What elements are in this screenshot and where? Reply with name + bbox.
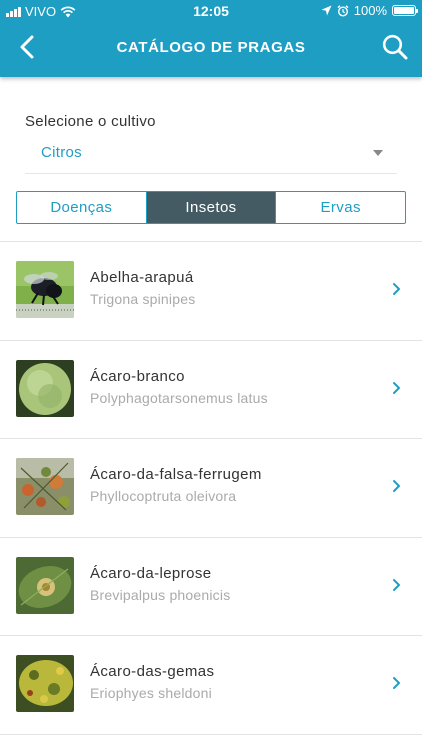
status-bar: VIVO 12:05 100% bbox=[0, 0, 422, 22]
pest-scientific-name: Phyllocoptruta oleivora bbox=[90, 488, 237, 504]
chevron-right-icon bbox=[393, 578, 400, 591]
pest-thumbnail bbox=[16, 556, 74, 614]
pest-thumbnail bbox=[16, 458, 74, 515]
tab-doencas[interactable]: Doenças bbox=[17, 192, 146, 223]
pest-scientific-name: Polyphagotarsonemus latus bbox=[90, 389, 268, 406]
list-item[interactable]: Ácaro-das-gemas Eriophyes sheldoni bbox=[0, 636, 422, 735]
pest-thumbnail bbox=[16, 359, 74, 417]
chevron-right-icon bbox=[393, 381, 400, 394]
battery-percent: 100% bbox=[353, 3, 387, 18]
status-right: 100% bbox=[321, 3, 418, 18]
app-header: VIVO 12:05 100% CATÁLOGO DE PRAGAS bbox=[0, 0, 422, 77]
pest-scientific-name: Eriophyes sheldoni bbox=[90, 685, 212, 701]
pest-name: Ácaro-branco bbox=[90, 367, 185, 385]
chevron-right-icon bbox=[393, 677, 400, 689]
pest-name: Abelha-arapuá bbox=[90, 269, 194, 286]
tab-ervas[interactable]: Ervas bbox=[275, 192, 405, 223]
pest-thumbnail bbox=[16, 655, 74, 712]
nav-bar: CATÁLOGO DE PRAGAS bbox=[0, 22, 422, 77]
crop-select-label: Selecione o cultivo bbox=[25, 113, 156, 130]
caret-down-icon bbox=[373, 150, 383, 156]
list-item[interactable]: Ácaro-branco Polyphagotarsonemus latus bbox=[0, 341, 422, 439]
list-item[interactable]: Abelha-arapuá Trigona spinipes bbox=[0, 242, 422, 341]
page-title: CATÁLOGO DE PRAGAS bbox=[116, 39, 306, 56]
list-item[interactable]: Ácaro-da-leprose Brevipalpus phoenicis bbox=[0, 538, 422, 636]
pest-scientific-name: Trigona spinipes bbox=[90, 291, 196, 307]
pest-name: Ácaro-das-gemas bbox=[90, 663, 215, 680]
pest-name: Ácaro-da-falsa-ferrugem bbox=[90, 466, 262, 483]
pest-thumbnail bbox=[16, 261, 74, 318]
category-tabs: Doenças Insetos Ervas bbox=[16, 191, 406, 224]
alarm-icon bbox=[337, 4, 349, 17]
location-arrow-icon bbox=[321, 5, 332, 16]
tab-insetos[interactable]: Insetos bbox=[145, 192, 276, 223]
pest-name: Ácaro-da-leprose bbox=[90, 564, 212, 582]
search-icon bbox=[382, 34, 408, 60]
list-item[interactable]: Ácaro-da-falsa-ferrugem Phyllocoptruta o… bbox=[0, 439, 422, 538]
crop-select[interactable]: Citros bbox=[25, 138, 397, 174]
crop-select-value: Citros bbox=[41, 144, 82, 161]
chevron-right-icon bbox=[393, 283, 400, 295]
pest-list: Abelha-arapuá Trigona spinipes Ácaro-bra… bbox=[0, 242, 422, 735]
battery-icon bbox=[392, 5, 418, 16]
pest-scientific-name: Brevipalpus phoenicis bbox=[90, 586, 231, 603]
search-button[interactable] bbox=[380, 32, 410, 62]
chevron-right-icon bbox=[393, 480, 400, 492]
